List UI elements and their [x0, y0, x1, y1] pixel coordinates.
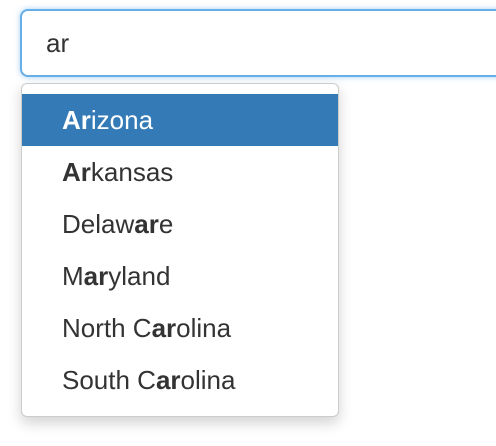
- suggestion-match-highlight: ar: [134, 209, 159, 239]
- suggestion-text-suffix: e: [158, 209, 174, 239]
- suggestion-item-south-carolina[interactable]: South Carolina: [22, 354, 338, 406]
- suggestion-item-arkansas[interactable]: Arkansas: [22, 146, 338, 198]
- suggestion-text-suffix: izona: [90, 105, 154, 135]
- suggestion-match-highlight: ar: [155, 365, 181, 395]
- suggestion-text-suffix: yland: [108, 261, 171, 291]
- autocomplete-widget: Arizona Arkansas Delaware Maryland North…: [0, 0, 496, 446]
- suggestion-text-prefix: M: [62, 261, 84, 291]
- suggestion-match-highlight: ar: [83, 261, 109, 291]
- suggestion-item-maryland[interactable]: Maryland: [22, 250, 338, 302]
- suggestion-match-highlight: ar: [151, 313, 177, 343]
- suggestion-text-suffix: olina: [180, 365, 236, 395]
- suggestion-text-prefix: Delaw: [62, 209, 135, 239]
- suggestion-text-suffix: olina: [176, 313, 232, 343]
- suggestion-text-suffix: kansas: [90, 157, 174, 187]
- suggestion-text-prefix: South C: [62, 365, 156, 395]
- suggestion-match-highlight: Ar: [62, 157, 91, 187]
- suggestion-text-prefix: North C: [62, 313, 152, 343]
- suggestion-item-delaware[interactable]: Delaware: [22, 198, 338, 250]
- suggestion-item-arizona[interactable]: Arizona: [22, 94, 338, 146]
- suggestion-dropdown: Arizona Arkansas Delaware Maryland North…: [21, 83, 339, 417]
- search-input[interactable]: [20, 9, 496, 77]
- suggestion-item-north-carolina[interactable]: North Carolina: [22, 302, 338, 354]
- suggestion-match-highlight: Ar: [62, 105, 91, 135]
